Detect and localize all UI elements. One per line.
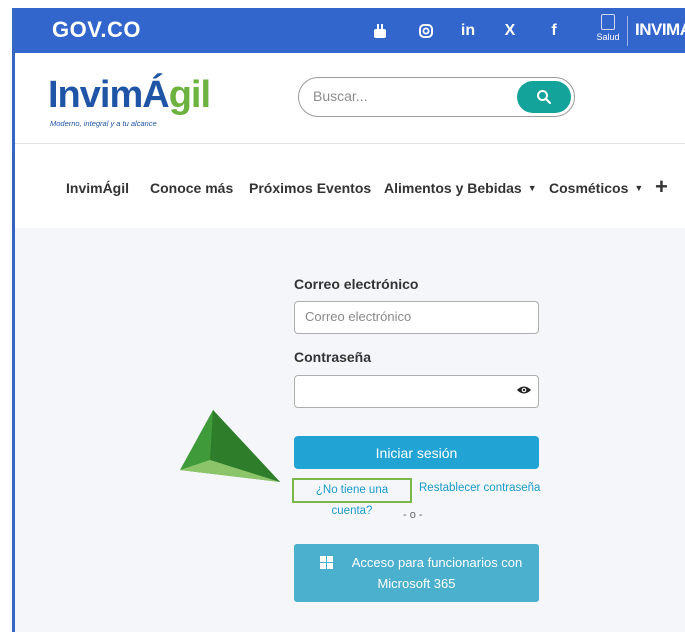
logo-text-blue: InvimÁ [48,74,170,116]
linkedin-glyph: in [460,21,476,39]
divider [627,16,628,46]
email-label: Correo electrónico [294,276,419,292]
email-placeholder: Correo electrónico [305,309,412,324]
x-icon[interactable]: X [491,8,529,53]
pointer-arrow-icon [180,410,280,482]
microsoft-login-button[interactable]: Acceso para funcionarios con Microsoft 3… [294,544,539,602]
gov-top-bar: GOV.CO in X f Salud INVIMA [15,8,685,53]
search-button[interactable] [517,81,571,113]
ms-button-line2: Microsoft 365 [377,576,456,591]
login-button[interactable]: Iniciar sesión [294,436,539,469]
facebook-glyph: f [551,21,557,39]
main-nav: InvimÁgil Conoce más Próximos Eventos Al… [15,143,685,229]
crest-icon [601,14,615,30]
nav-more-button[interactable]: + [655,174,668,200]
page-frame: GOV.CO in X f Salud INVIMA InvimÁgil Mod… [0,0,685,632]
nav-label-alimentos: Alimentos y Bebidas [384,180,522,196]
nav-item-proximos-eventos[interactable]: Próximos Eventos [249,180,371,196]
facebook-icon[interactable]: f [535,8,573,53]
password-field[interactable] [294,375,539,408]
chevron-down-icon: ▼ [527,183,537,193]
email-field[interactable]: Correo electrónico [294,301,539,334]
nav-label-cosmeticos: Cosméticos [549,180,629,196]
windows-icon [320,556,333,569]
no-account-link[interactable]: ¿No tiene una cuenta? [292,478,412,517]
logo-tagline: Moderno, integral y a tu alcance [50,119,157,128]
youtube-icon[interactable] [361,8,399,53]
linkedin-icon[interactable]: in [449,8,487,53]
search-box[interactable]: Buscar... [298,77,575,117]
salud-label: Salud [596,32,620,42]
search-icon [537,90,552,105]
reset-password-link[interactable]: Restablecer contraseña [419,482,540,494]
password-label: Contraseña [294,349,372,365]
login-section: Correo electrónico Correo electrónico Co… [15,228,685,632]
x-glyph: X [504,21,516,39]
eye-icon[interactable] [516,383,532,397]
instagram-icon[interactable] [407,8,445,53]
gov-co-logo[interactable]: GOV.CO [52,17,141,43]
nav-item-conoce-mas[interactable]: Conoce más [150,180,233,196]
site-header: InvimÁgil Moderno, integral y a tu alcan… [15,53,685,143]
chevron-down-icon: ▼ [634,183,644,193]
nav-item-invimagil[interactable]: InvimÁgil [66,180,129,196]
ms-button-line1: Acceso para funcionarios con [351,555,523,570]
or-separator: - o - [403,509,423,521]
logo-text-green: gil [168,74,211,116]
nav-item-alimentos-bebidas[interactable]: Alimentos y Bebidas ▼ [384,180,537,196]
invimagil-logo[interactable]: InvimÁgil [48,74,211,117]
nav-item-cosmeticos[interactable]: Cosméticos ▼ [549,180,643,196]
search-input[interactable]: Buscar... [313,88,367,104]
salud-logo[interactable]: Salud [593,14,623,48]
invima-logo[interactable]: INVIMA [635,20,685,40]
